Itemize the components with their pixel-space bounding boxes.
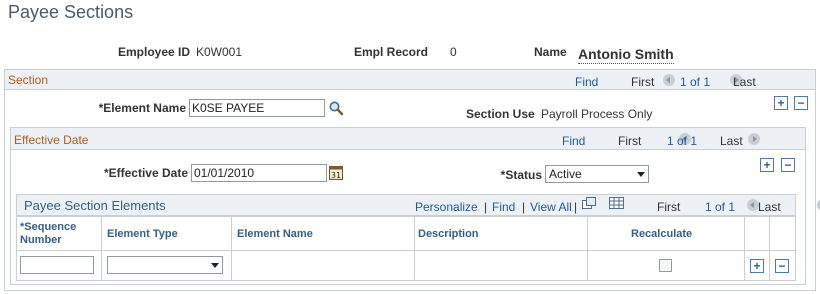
col-header-sequence-line1: *Sequence — [20, 221, 77, 233]
section-remove-button[interactable]: − — [794, 96, 808, 110]
row-add-button[interactable]: + — [750, 259, 764, 273]
section-prev-icon[interactable] — [663, 74, 675, 86]
chevron-down-icon — [211, 262, 219, 268]
employee-id-label: Employee ID — [118, 45, 191, 59]
status-select[interactable]: Active — [545, 165, 649, 183]
name-label: Name — [534, 45, 567, 59]
effective-find-link[interactable]: Find — [562, 134, 585, 148]
svg-text:31: 31 — [331, 171, 341, 180]
employee-id-value: K0W001 — [196, 45, 243, 59]
element-name-input[interactable]: K0SE PAYEE — [189, 99, 325, 117]
effective-date-label: *Effective Date — [103, 166, 188, 180]
section-add-button[interactable]: + — [774, 96, 788, 110]
status-label: *Status — [500, 168, 542, 182]
calendar-icon[interactable]: 31 — [329, 165, 343, 180]
section-use-label: Section Use — [466, 107, 535, 121]
search-icon[interactable] — [328, 100, 344, 116]
elements-first-label: First — [657, 200, 681, 214]
section-first-label: First — [631, 75, 655, 89]
empl-record-value: 0 — [450, 45, 457, 59]
grid-separator: | — [522, 200, 526, 214]
elements-count: 1 of 1 — [705, 200, 736, 214]
view-all-link[interactable]: View All — [530, 200, 572, 214]
grid-separator: | — [484, 200, 488, 214]
grid-divider — [101, 216, 102, 281]
elements-find-link[interactable]: Find — [492, 200, 515, 214]
elements-last-label: Last — [758, 200, 781, 214]
col-header-sequence[interactable]: *Sequence Number — [20, 221, 76, 247]
element-type-select[interactable] — [107, 256, 223, 274]
effective-last-label: Last — [720, 134, 743, 148]
sequence-number-input[interactable] — [20, 256, 94, 274]
status-select-value: Active — [549, 167, 582, 181]
row-remove-button[interactable]: − — [775, 259, 789, 273]
grid-separator: | — [574, 200, 578, 214]
element-name-label: *Element Name — [98, 101, 186, 115]
section-title: Section — [8, 73, 49, 87]
effective-date-input[interactable]: 01/01/2010 — [191, 164, 327, 182]
col-header-sequence-line2: Number — [20, 234, 62, 246]
grid-divider — [17, 250, 795, 251]
grid-divider — [231, 216, 232, 281]
col-header-recalculate[interactable]: Recalculate — [631, 228, 692, 240]
effective-first-label: First — [618, 134, 642, 148]
section-find-link[interactable]: Find — [575, 75, 598, 89]
effective-date-title: Effective Date — [14, 133, 89, 147]
section-count: 1 of 1 — [680, 75, 711, 89]
effective-count: 1 of 1 — [667, 134, 698, 148]
col-header-element-type[interactable]: Element Type — [107, 228, 178, 240]
empl-record-label: Empl Record — [354, 45, 429, 59]
col-header-element-name[interactable]: Element Name — [237, 228, 313, 240]
grid-divider — [769, 216, 770, 281]
grid-divider — [17, 216, 795, 217]
new-window-icon[interactable] — [582, 197, 596, 210]
recalculate-checkbox[interactable] — [659, 259, 672, 272]
grid-divider — [587, 216, 588, 281]
employee-name: Antonio Smith — [578, 46, 674, 64]
effective-remove-button[interactable]: − — [781, 158, 795, 172]
grid-divider — [744, 216, 745, 281]
personalize-link[interactable]: Personalize — [415, 200, 478, 214]
section-use-value: Payroll Process Only — [541, 107, 653, 121]
section-last-label: Last — [733, 75, 756, 89]
effective-next-icon[interactable] — [748, 133, 761, 145]
download-grid-icon[interactable] — [609, 197, 624, 209]
grid-divider — [414, 216, 415, 281]
page-title: Payee Sections — [8, 2, 134, 22]
elements-title: Payee Section Elements — [24, 198, 166, 213]
effective-add-button[interactable]: + — [760, 158, 774, 172]
chevron-down-icon — [637, 171, 645, 177]
col-header-description[interactable]: Description — [418, 228, 479, 240]
